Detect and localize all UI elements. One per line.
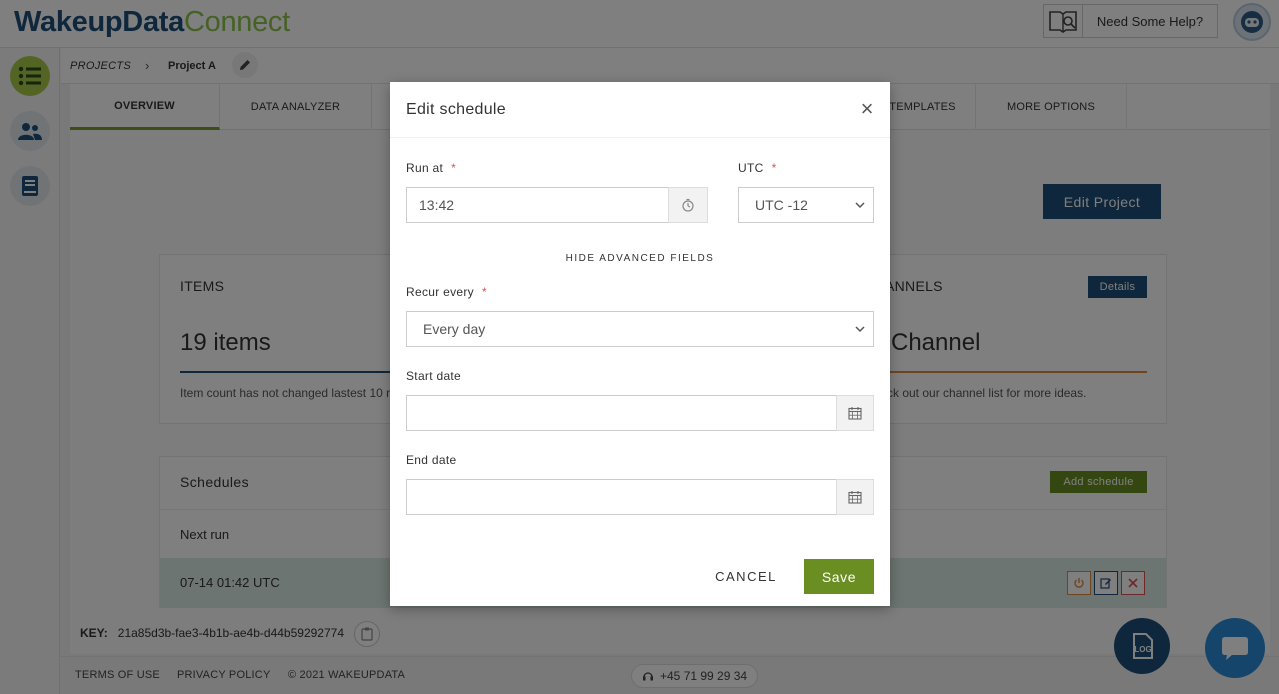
- required-mark: *: [482, 285, 487, 299]
- utc-label-text: UTC: [738, 161, 764, 175]
- required-mark: *: [451, 161, 457, 175]
- hide-advanced-fields-link[interactable]: HIDE ADVANCED FIELDS: [390, 253, 890, 264]
- cancel-button[interactable]: CANCEL: [696, 559, 796, 594]
- end-date-input[interactable]: [406, 479, 837, 515]
- close-icon[interactable]: ×: [856, 98, 878, 120]
- run-at-input[interactable]: [406, 187, 669, 223]
- start-date-label: Start date: [406, 369, 462, 383]
- run-at-label: Run at *: [406, 161, 456, 175]
- chevron-down-icon: [855, 202, 865, 209]
- clock-icon[interactable]: [668, 187, 708, 223]
- recur-label: Recur every *: [406, 285, 487, 299]
- modal-header: Edit schedule ×: [390, 82, 890, 138]
- edit-schedule-modal: Edit schedule × Run at * UTC * UTC -12 HID…: [390, 82, 890, 606]
- required-mark: *: [771, 161, 777, 175]
- utc-label: UTC *: [738, 161, 777, 175]
- recur-label-text: Recur every: [406, 285, 474, 299]
- recur-select[interactable]: Every day: [406, 311, 874, 347]
- save-button[interactable]: Save: [804, 559, 874, 594]
- end-date-label: End date: [406, 453, 457, 467]
- recur-value: Every day: [423, 321, 486, 337]
- run-at-label-text: Run at: [406, 161, 444, 175]
- chevron-down-icon: [855, 326, 865, 333]
- utc-select[interactable]: UTC -12: [738, 187, 874, 223]
- utc-value: UTC -12: [755, 197, 808, 213]
- calendar-icon[interactable]: [836, 479, 874, 515]
- start-date-input[interactable]: [406, 395, 837, 431]
- modal-title: Edit schedule: [406, 101, 506, 118]
- calendar-icon[interactable]: [836, 395, 874, 431]
